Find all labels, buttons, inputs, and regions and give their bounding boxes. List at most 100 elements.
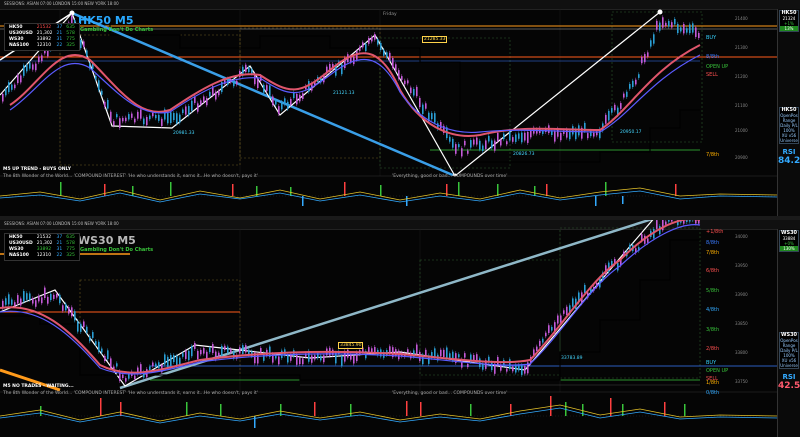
bottom-watch-v2: 22 xyxy=(56,253,63,258)
top-level-open-up: OPEN UP xyxy=(706,64,729,70)
top-chart-title: HK50 M5 xyxy=(78,14,134,27)
candle xyxy=(176,113,178,124)
indicator-bar xyxy=(497,184,499,196)
candle xyxy=(515,134,517,142)
indicator-bar xyxy=(344,182,346,196)
top-watch-v3: 325 xyxy=(66,43,75,48)
bottom-axis-3: 33900 xyxy=(735,292,748,297)
top-level-buy: BUY xyxy=(706,35,717,41)
candle xyxy=(17,74,19,84)
bottom-quote-right: 'Everything, good or bad... COMPOUNDS ov… xyxy=(392,391,508,396)
candle xyxy=(104,101,106,107)
candle xyxy=(197,350,199,360)
candle xyxy=(503,133,505,140)
candle xyxy=(257,78,259,89)
indicator-bar xyxy=(380,185,382,196)
candle xyxy=(473,355,475,361)
candle xyxy=(281,101,283,110)
bottom-watch-row[interactable]: NAS100 12310 22 325 xyxy=(7,253,77,259)
candle xyxy=(239,347,241,354)
candle xyxy=(245,64,247,73)
candle xyxy=(140,109,142,119)
candle xyxy=(458,144,460,148)
candle xyxy=(491,140,493,149)
bottom-rsi-value: 42.5 xyxy=(778,381,800,391)
candle xyxy=(107,99,109,109)
bottom-level-label: 7/8th xyxy=(706,250,720,256)
candle xyxy=(44,287,46,299)
candle xyxy=(32,298,34,304)
candle xyxy=(2,93,4,102)
candle xyxy=(629,83,631,89)
candle xyxy=(188,350,190,361)
candle xyxy=(491,362,493,371)
candle xyxy=(473,139,475,145)
candle xyxy=(260,348,262,353)
candle xyxy=(542,338,544,343)
candle xyxy=(221,345,223,357)
candle xyxy=(170,354,172,366)
candle xyxy=(59,294,61,304)
candle xyxy=(251,68,253,74)
candle xyxy=(629,244,631,250)
bottom-level-label: 3/8th xyxy=(706,327,720,333)
candle xyxy=(647,238,649,243)
candle xyxy=(341,355,343,366)
candle xyxy=(587,133,589,139)
candle xyxy=(188,106,190,116)
candle xyxy=(461,148,463,157)
candle xyxy=(563,310,565,314)
top-chart-window[interactable]: SESSIONS: ASIAN 07:00 LONDON 15:00 NEW Y… xyxy=(0,0,800,216)
top-watch-row[interactable]: NAS100 12310 22 325 xyxy=(7,43,77,49)
candle xyxy=(545,332,547,337)
candle xyxy=(521,365,523,375)
candle xyxy=(116,114,118,118)
candle xyxy=(446,347,448,359)
candle xyxy=(470,140,472,148)
candle xyxy=(671,220,673,222)
candle xyxy=(413,88,415,96)
top-price-box: HK50 21324 +1% 13% xyxy=(779,10,799,32)
candle xyxy=(698,32,700,38)
candle xyxy=(299,357,301,365)
candle xyxy=(458,354,460,358)
candle xyxy=(434,113,436,123)
bottom-level-label: OPEN UP xyxy=(706,368,729,374)
bottom-callout-1: 33845.90 xyxy=(338,342,364,349)
candle xyxy=(362,42,364,48)
candle xyxy=(263,84,265,93)
candle xyxy=(464,140,466,146)
candle xyxy=(203,96,205,102)
top-candles xyxy=(2,13,700,159)
candle xyxy=(146,116,148,126)
candle xyxy=(464,353,466,358)
top-chart-subtitle: Gambling Don't Do Charts xyxy=(80,27,154,33)
candle xyxy=(296,354,298,365)
top-callout-3: 20981.33 xyxy=(173,131,195,136)
candle xyxy=(380,42,382,51)
candle xyxy=(392,58,394,68)
top-level-7-8: 7/8th xyxy=(706,152,720,158)
candle xyxy=(212,344,214,353)
top-axis-6: 20900 xyxy=(735,155,748,160)
candle xyxy=(236,80,238,85)
candle xyxy=(455,144,457,154)
top-right-panel: HK50 21324 +1% 13% HK50 OpenPos Range Da… xyxy=(777,9,800,216)
candle xyxy=(65,303,67,311)
candle xyxy=(104,355,106,362)
candle xyxy=(653,34,655,44)
candle xyxy=(125,378,127,382)
candle xyxy=(626,91,628,97)
bottom-level-label: 4/8th xyxy=(706,307,720,313)
candle xyxy=(422,104,424,114)
candle xyxy=(668,220,670,222)
candle xyxy=(287,355,289,363)
candle xyxy=(530,130,532,138)
bottom-chart-window[interactable]: SESSIONS: ASIAN 07:00 LONDON 15:00 NEW Y… xyxy=(0,220,800,437)
candle xyxy=(248,349,250,355)
candle xyxy=(203,348,205,354)
bottom-callout-2: 33783.89 xyxy=(561,356,583,361)
candle xyxy=(662,17,664,28)
candle xyxy=(98,80,100,91)
candle xyxy=(611,108,613,113)
